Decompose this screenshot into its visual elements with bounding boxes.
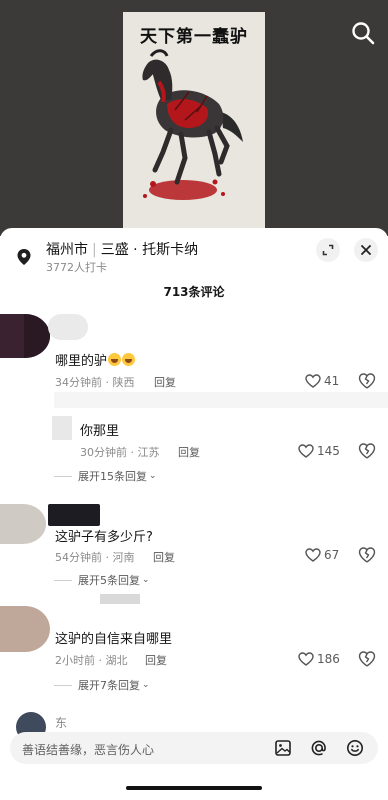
like-count: 41 bbox=[324, 374, 340, 388]
laugh-crying-emoji bbox=[122, 353, 136, 366]
comment-text: 这驴子有多少斤? bbox=[55, 530, 153, 545]
heart-icon bbox=[305, 548, 321, 562]
close-button[interactable] bbox=[354, 238, 378, 262]
reply-button[interactable]: 回复 bbox=[154, 374, 176, 390]
avatar[interactable] bbox=[0, 504, 46, 544]
location-pin-icon bbox=[17, 249, 31, 265]
username-blurred[interactable] bbox=[48, 504, 100, 526]
reply-button[interactable]: 回复 bbox=[178, 444, 200, 460]
expand-replies[interactable]: 展开7条回复 ⌄ bbox=[54, 677, 150, 693]
chevron-down-icon: ⌄ bbox=[142, 575, 150, 585]
dislike-icon[interactable] bbox=[358, 372, 376, 390]
comment-text: 哪里的驴 bbox=[55, 350, 136, 369]
expand-icon bbox=[322, 244, 334, 256]
home-indicator bbox=[126, 786, 262, 790]
comment-count: 713条评论 bbox=[163, 285, 225, 299]
horse-painting: 天下第一蠢驴 bbox=[123, 12, 265, 236]
comment-text: 你那里 bbox=[80, 424, 120, 439]
like-button[interactable]: 186 bbox=[298, 650, 340, 668]
avatar-blurred[interactable] bbox=[52, 416, 72, 440]
location-title[interactable]: 福州市 | 三盛 · 托斯卡纳 bbox=[46, 239, 198, 259]
like-count: 145 bbox=[317, 444, 340, 458]
heart-icon bbox=[305, 374, 321, 388]
comment-meta: 2小时前 · 湖北 bbox=[55, 654, 128, 667]
like-count: 67 bbox=[324, 548, 340, 562]
like-button[interactable]: 41 bbox=[305, 372, 339, 390]
at-icon[interactable] bbox=[310, 739, 328, 757]
blurred-strip bbox=[54, 392, 388, 408]
dislike-icon[interactable] bbox=[358, 546, 376, 564]
username-blurred[interactable] bbox=[48, 314, 88, 340]
avatar[interactable] bbox=[0, 606, 50, 652]
comment-input[interactable]: 善语结善缘，恶言伤人心 bbox=[10, 732, 378, 764]
comment-meta: 30分钟前 · 江苏 bbox=[80, 446, 160, 459]
reply-button[interactable]: 回复 bbox=[153, 549, 175, 565]
divider bbox=[54, 579, 72, 581]
laugh-crying-emoji bbox=[108, 353, 122, 366]
divider bbox=[54, 475, 72, 477]
separator: | bbox=[92, 242, 97, 258]
heart-icon bbox=[298, 652, 314, 666]
like-button[interactable]: 67 bbox=[305, 546, 339, 564]
comment-sheet: 福州市 | 三盛 · 托斯卡纳 3772人打卡 713条评论 哪里的驴 34分钟前 … bbox=[0, 228, 388, 800]
heart-icon bbox=[298, 444, 314, 458]
expand-button[interactable] bbox=[316, 238, 340, 262]
comment-text: 这驴的自信来自哪里 bbox=[55, 632, 173, 647]
location-city: 福州市 bbox=[46, 242, 88, 258]
checkin-count: 3772人打卡 bbox=[46, 261, 107, 274]
dislike-icon[interactable] bbox=[358, 650, 376, 668]
search-icon[interactable] bbox=[350, 20, 376, 46]
chevron-down-icon: ⌄ bbox=[149, 471, 157, 481]
video-player[interactable]: 天下第一蠢驴 bbox=[0, 0, 388, 236]
reply-button[interactable]: 回复 bbox=[145, 652, 167, 668]
expand-replies[interactable]: 展开5条回复 ⌄ bbox=[54, 572, 150, 588]
username-blurred[interactable] bbox=[100, 594, 140, 604]
dislike-icon[interactable] bbox=[358, 442, 376, 460]
image-icon[interactable] bbox=[274, 739, 292, 757]
location-place: 三盛 · 托斯卡纳 bbox=[100, 242, 199, 258]
comment-meta: 34分钟前 · 陕西 bbox=[55, 376, 135, 389]
chevron-down-icon: ⌄ bbox=[142, 680, 150, 690]
divider bbox=[54, 684, 72, 686]
emoji-icon[interactable] bbox=[346, 739, 364, 757]
avatar[interactable] bbox=[0, 314, 50, 358]
close-icon bbox=[361, 245, 371, 255]
like-button[interactable]: 145 bbox=[298, 442, 340, 460]
input-placeholder: 善语结善缘，恶言伤人心 bbox=[22, 743, 155, 757]
expand-replies[interactable]: 展开15条回复 ⌄ bbox=[54, 468, 157, 484]
partial-username[interactable]: 东 bbox=[55, 714, 67, 731]
comment-meta: 54分钟前 · 河南 bbox=[55, 551, 135, 564]
like-count: 186 bbox=[317, 652, 340, 666]
horse-illustration bbox=[142, 49, 243, 200]
